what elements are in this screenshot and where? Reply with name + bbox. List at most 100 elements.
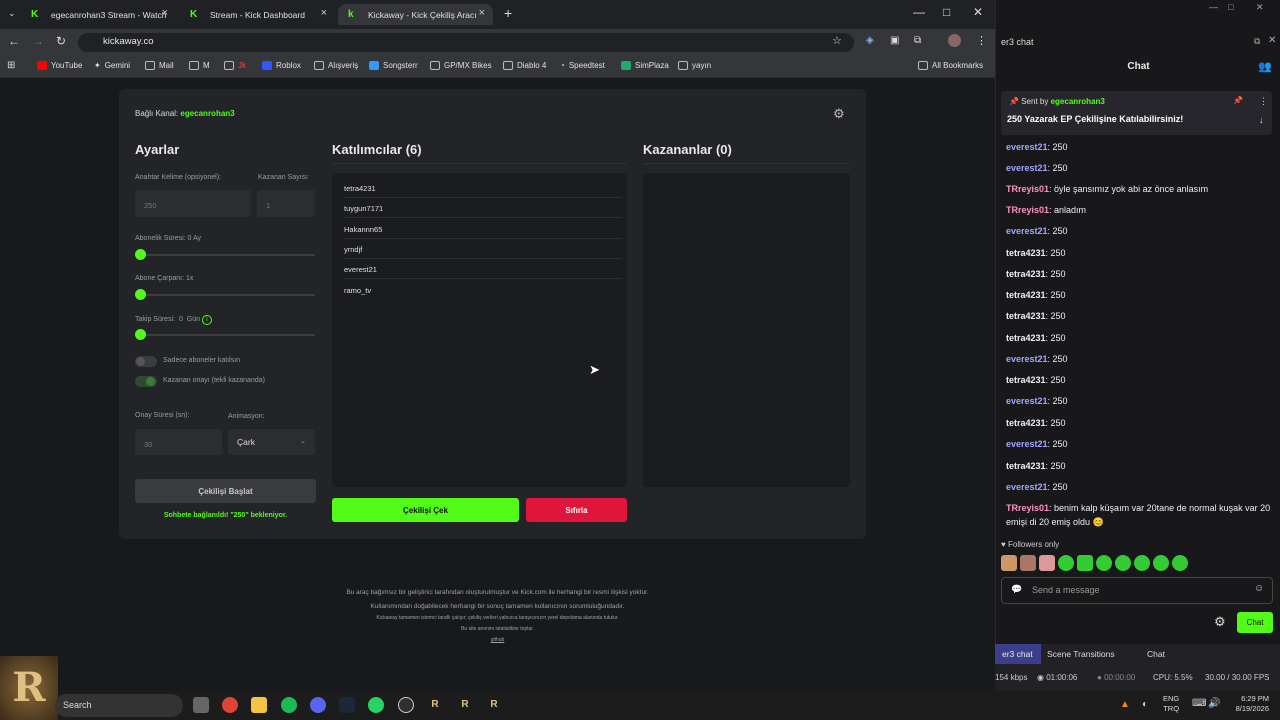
chat-username[interactable]: everest21: [1006, 163, 1048, 173]
browser-tab-1[interactable]: K Stream - Kick Dashboard ×: [180, 4, 335, 25]
close-icon[interactable]: ✕: [1268, 35, 1276, 46]
extension-icon[interactable]: ▣: [890, 35, 899, 46]
bookmark-speedtest[interactable]: ◔ Speedtest: [560, 61, 605, 70]
chat-input[interactable]: 💬 Send a message ☺: [1001, 577, 1273, 604]
network-icon[interactable]: ⌨: [1192, 698, 1206, 709]
forward-icon[interactable]: →: [32, 34, 44, 48]
close-icon[interactable]: ×: [162, 7, 168, 19]
whatsapp-icon[interactable]: [368, 697, 384, 713]
keyword-input[interactable]: 250: [135, 190, 251, 217]
reload-icon[interactable]: ↻: [56, 34, 66, 48]
chat-send-button[interactable]: Chat: [1237, 612, 1273, 633]
emote[interactable]: [1096, 555, 1112, 571]
gear-icon[interactable]: ⚙: [833, 106, 845, 122]
emote[interactable]: [1020, 555, 1036, 571]
users-icon[interactable]: 👥: [1258, 60, 1272, 73]
confirm-time-input[interactable]: 30: [135, 429, 222, 455]
slider-knob[interactable]: [135, 289, 146, 300]
volume-icon[interactable]: 🔊: [1208, 698, 1220, 709]
animation-select[interactable]: Çark ⌄: [228, 429, 315, 455]
task-view-icon[interactable]: [193, 697, 209, 713]
chat-username[interactable]: TRreyis01: [1006, 503, 1049, 513]
tab-search-icon[interactable]: ⌄: [8, 8, 16, 19]
chat-username[interactable]: everest21: [1006, 354, 1048, 364]
obs-tab-scene-transitions[interactable]: Scene Transitions: [1047, 649, 1115, 659]
chat-username[interactable]: everest21: [1006, 142, 1048, 152]
sub-duration-slider[interactable]: [135, 254, 315, 256]
emote[interactable]: [1001, 555, 1017, 571]
emoji-icon[interactable]: ☺: [1254, 583, 1264, 594]
menu-icon[interactable]: ⋮: [976, 34, 987, 47]
winner-confirm-toggle[interactable]: [135, 376, 157, 387]
reset-button[interactable]: Sıfırla: [526, 498, 627, 522]
maximize-icon[interactable]: □: [1228, 2, 1233, 12]
url-input[interactable]: kickaway.co: [78, 33, 854, 52]
close-window-icon[interactable]: ✕: [973, 5, 983, 19]
bookmark-mail[interactable]: Mail: [145, 61, 174, 70]
obs-tab-chat[interactable]: er3 chat: [995, 644, 1041, 664]
bookmark-youtube[interactable]: YouTube: [37, 61, 82, 70]
taskbar-search[interactable]: Search: [55, 694, 183, 717]
app-r-icon[interactable]: R: [427, 697, 443, 713]
bookmark-yayin[interactable]: yayın: [678, 61, 711, 70]
chrome-icon[interactable]: [222, 697, 238, 713]
chat-username[interactable]: TRreyis01: [1006, 205, 1049, 215]
chat-username[interactable]: everest21: [1006, 439, 1048, 449]
obs-tab-chat-2[interactable]: Chat: [1147, 649, 1165, 659]
minimize-icon[interactable]: —: [913, 5, 925, 19]
tray-icon[interactable]: ◐: [1142, 699, 1148, 710]
chat-username[interactable]: tetra4231: [1006, 418, 1046, 428]
chat-username[interactable]: tetra4231: [1006, 333, 1046, 343]
tray-icon[interactable]: ▲: [1120, 699, 1130, 710]
profile-avatar[interactable]: [948, 34, 961, 47]
puzzle-icon[interactable]: ⧉: [914, 35, 921, 46]
winners-count-input[interactable]: 1: [257, 190, 315, 217]
sub-multiplier-slider[interactable]: [135, 294, 315, 296]
chat-username[interactable]: tetra4231: [1006, 375, 1046, 385]
emote[interactable]: [1077, 555, 1093, 571]
chat-username[interactable]: everest21: [1006, 226, 1048, 236]
emote[interactable]: [1115, 555, 1131, 571]
chat-username[interactable]: tetra4231: [1006, 290, 1046, 300]
emote[interactable]: [1058, 555, 1074, 571]
chat-username[interactable]: everest21: [1006, 482, 1048, 492]
gear-icon[interactable]: ⚙: [1214, 614, 1226, 630]
bookmark-simplaza[interactable]: SimPlaza: [621, 61, 669, 70]
bookmark-gemini[interactable]: ✦ Gemini: [94, 61, 130, 70]
language-indicator[interactable]: ENG TRQ: [1163, 694, 1179, 714]
close-icon[interactable]: ×: [479, 7, 485, 19]
back-icon[interactable]: ←: [8, 34, 20, 48]
close-icon[interactable]: ×: [321, 7, 327, 19]
steam-icon[interactable]: [339, 697, 355, 713]
discord-icon[interactable]: [310, 697, 326, 713]
emote[interactable]: [1039, 555, 1055, 571]
app-r-icon[interactable]: R: [486, 697, 502, 713]
draw-button[interactable]: Çekilişi Çek: [332, 498, 519, 522]
file-explorer-icon[interactable]: [251, 697, 267, 713]
close-icon[interactable]: ✕: [1256, 2, 1264, 13]
chat-username[interactable]: tetra4231: [1006, 248, 1046, 258]
emote[interactable]: [1153, 555, 1169, 571]
collapse-icon[interactable]: ↓: [1259, 115, 1264, 125]
github-link[interactable]: github: [0, 637, 995, 643]
bookmark-songsterr[interactable]: Songsterr: [369, 61, 418, 70]
bookmark-roblox[interactable]: Roblox: [262, 61, 301, 70]
extension-icon[interactable]: ◈: [866, 35, 874, 46]
new-tab-icon[interactable]: +: [504, 5, 512, 21]
maximize-icon[interactable]: □: [943, 5, 950, 19]
chat-username[interactable]: TRreyis01: [1006, 184, 1049, 194]
chat-username[interactable]: tetra4231: [1006, 311, 1046, 321]
browser-tab-2[interactable]: k Kickaway - Kick Çekiliş Aracı ×: [338, 4, 493, 25]
emote[interactable]: [1172, 555, 1188, 571]
emote[interactable]: [1134, 555, 1150, 571]
apps-icon[interactable]: ⊞: [7, 60, 15, 71]
bookmark-m[interactable]: M: [189, 61, 210, 70]
start-giveaway-button[interactable]: Çekilişi Başlat: [135, 479, 316, 503]
only-subs-toggle[interactable]: [135, 356, 157, 367]
bookmark-gpmx[interactable]: GP/MX Bikes: [430, 61, 492, 70]
slider-knob[interactable]: [135, 329, 146, 340]
obs-icon[interactable]: [398, 697, 414, 713]
browser-tab-0[interactable]: Kegecanrohan3 Stream - Watch ×: [21, 4, 176, 25]
spotify-icon[interactable]: [281, 697, 297, 713]
chat-username[interactable]: everest21: [1006, 396, 1048, 406]
